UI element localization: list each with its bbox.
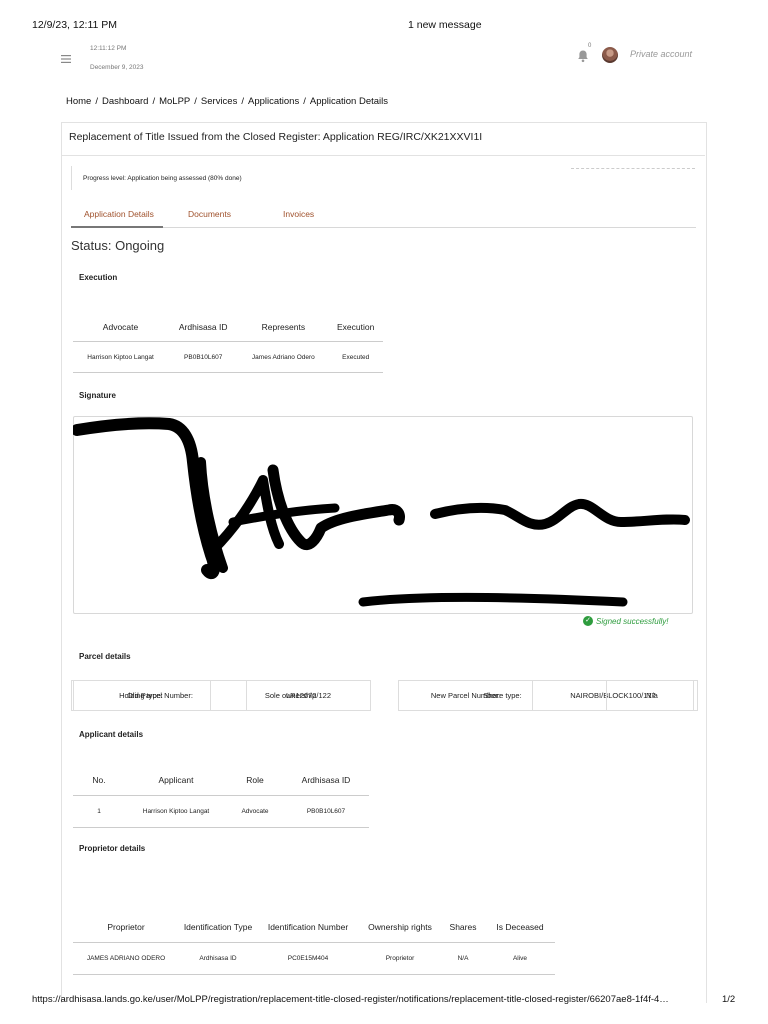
table-header-row: Proprietor Identification Type Identific…: [73, 912, 555, 943]
column-header: Advocate: [73, 313, 169, 342]
share-type-value: N/a: [646, 691, 658, 700]
table-cell: Ardhisasa ID: [179, 942, 257, 975]
signature-image: [73, 417, 690, 607]
breadcrumb: Home / Dashboard / MoLPP / Services / Applic…: [66, 96, 388, 107]
print-url: https://ardhisasa.lands.go.ke/user/MoLPP…: [32, 994, 669, 1005]
applicant-heading: Applicant details: [79, 730, 144, 739]
table-row: 1 Harrison Kiptoo Langat Advocate PB0B10…: [73, 795, 369, 828]
column-header: Is Deceased: [485, 912, 555, 943]
breadcrumb-separator: /: [303, 96, 306, 107]
table-cell: JAMES ADRIANO ODERO: [73, 942, 179, 975]
progress-divider: [571, 168, 695, 169]
clock-date: December 9, 2023: [90, 64, 144, 71]
holding-type-label: Holding type:: [72, 681, 211, 710]
tab-application-details[interactable]: Application Details: [84, 209, 154, 219]
column-header: Identification Number: [257, 912, 359, 943]
table-cell: PB0B10L607: [168, 341, 239, 373]
breadcrumb-separator: /: [95, 96, 98, 107]
print-page-title: 1 new message: [408, 19, 482, 31]
clock-time: 12:11:12 PM: [90, 45, 127, 52]
signature-status: ✓ Signed successfully!: [583, 616, 668, 626]
table-cell: 1: [73, 795, 125, 828]
breadcrumb-applications[interactable]: Applications: [248, 96, 299, 107]
column-header: Applicant: [125, 764, 227, 796]
proprietor-heading: Proprietor details: [79, 844, 146, 853]
page-title: Replacement of Title Issued from the Clo…: [69, 131, 483, 143]
column-header: Ardhisasa ID: [283, 764, 369, 796]
tab-active-indicator: [71, 226, 163, 228]
proprietor-table: Proprietor Identification Type Identific…: [73, 912, 555, 975]
application-status: Status: Ongoing: [71, 238, 165, 253]
breadcrumb-separator: /: [241, 96, 244, 107]
column-header: Represents: [238, 313, 329, 342]
tab-bar-line: [71, 227, 696, 228]
table-cell: James Adriano Odero: [238, 341, 329, 373]
table-header-row: Advocate Ardhisasa ID Represents Executi…: [73, 313, 383, 342]
column-header: Identification Type: [179, 912, 257, 943]
breadcrumb-home[interactable]: Home: [66, 96, 91, 107]
account-label[interactable]: Private account: [630, 49, 692, 59]
tab-invoices[interactable]: Invoices: [283, 209, 314, 219]
table-cell: Harrison Kiptoo Langat: [73, 341, 169, 373]
signed-success-text: Signed successfully!: [596, 616, 669, 626]
column-header: Ardhisasa ID: [168, 313, 239, 342]
execution-heading: Execution: [79, 273, 118, 282]
table-header-row: No. Applicant Role Ardhisasa ID: [73, 764, 369, 796]
check-circle-icon: ✓: [583, 616, 593, 626]
table-row: Harrison Kiptoo Langat PB0B10L607 James …: [73, 341, 383, 373]
breadcrumb-dashboard[interactable]: Dashboard: [102, 96, 148, 107]
avatar[interactable]: [602, 47, 618, 63]
column-header: No.: [73, 764, 125, 796]
table-row: JAMES ADRIANO ODERO Ardhisasa ID PC0E15M…: [73, 942, 555, 975]
holding-type-value: Sole ownership: [264, 691, 317, 700]
breadcrumb-services[interactable]: Services: [201, 96, 237, 107]
breadcrumb-molpp[interactable]: MoLPP: [159, 96, 190, 107]
table-cell: Proprietor: [359, 942, 441, 975]
table-cell: Executed: [328, 341, 383, 373]
print-datetime: 12/9/23, 12:11 PM: [32, 19, 118, 31]
column-header: Shares: [441, 912, 485, 943]
progress-level: Progress level: Application being assess…: [83, 175, 242, 182]
parcel-heading: Parcel details: [79, 652, 131, 661]
print-page-number: 1/2: [722, 994, 736, 1005]
share-type-row: Share type: N/a: [398, 680, 698, 711]
column-header: Role: [227, 764, 283, 796]
menu-icon[interactable]: [60, 52, 72, 64]
column-header: Ownership rights: [359, 912, 441, 943]
table-cell: Advocate: [227, 795, 283, 828]
table-cell: PB0B10L607: [283, 795, 369, 828]
applicant-table: No. Applicant Role Ardhisasa ID 1 Harris…: [73, 764, 369, 828]
table-cell: Harrison Kiptoo Langat: [125, 795, 227, 828]
divider: [62, 155, 705, 156]
column-header: Proprietor: [73, 912, 179, 943]
table-cell: PC0E15M404: [257, 942, 359, 975]
table-cell: Alive: [485, 942, 555, 975]
notification-count: 0: [588, 43, 592, 49]
breadcrumb-separator: /: [194, 96, 197, 107]
table-cell: N/A: [441, 942, 485, 975]
breadcrumb-application-details: Application Details: [309, 96, 389, 107]
breadcrumb-separator: /: [152, 96, 156, 107]
column-header: Execution: [328, 313, 383, 342]
signature-heading: Signature: [79, 391, 116, 400]
bell-icon[interactable]: [577, 49, 589, 63]
holding-type-row: Holding type: Sole ownership: [71, 680, 371, 711]
share-type-label: Share type:: [399, 681, 607, 710]
execution-table: Advocate Ardhisasa ID Represents Executi…: [73, 313, 383, 373]
tab-documents[interactable]: Documents: [188, 209, 231, 219]
